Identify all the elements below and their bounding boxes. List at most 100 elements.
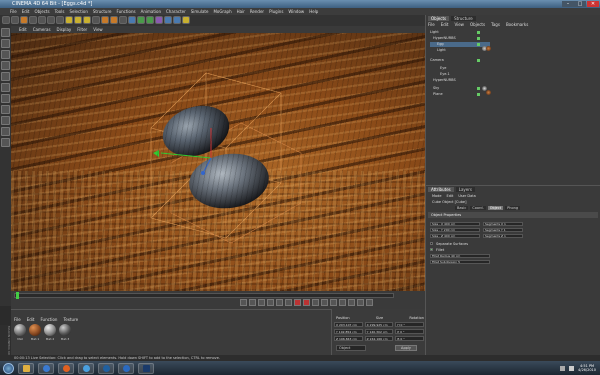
- timeline-ruler[interactable]: [14, 293, 394, 298]
- goto-end-icon[interactable]: [276, 299, 283, 306]
- am-menu-userdata[interactable]: User Data: [458, 194, 475, 198]
- om-menu-view[interactable]: View: [454, 22, 464, 27]
- visibility-check-icon[interactable]: [477, 43, 480, 46]
- material-tag-icon[interactable]: [486, 90, 491, 95]
- subtab-object[interactable]: Object: [487, 206, 504, 210]
- scene-icon[interactable]: [164, 16, 172, 24]
- rotation-h-field[interactable]: H 0 °: [395, 322, 425, 327]
- egg-object-top[interactable]: [156, 98, 236, 165]
- workplane-icon[interactable]: [1, 127, 10, 136]
- object-row[interactable]: HyperNURBS: [430, 36, 490, 41]
- fillet-radius-field[interactable]: Fillet Radius 40 cm: [430, 253, 490, 258]
- material-swatch-2[interactable]: [29, 324, 41, 336]
- mat-menu-function[interactable]: Function: [40, 317, 57, 322]
- param-key-icon[interactable]: [348, 299, 355, 306]
- position-x-field[interactable]: X 203.107 cm: [334, 322, 363, 327]
- menu-window[interactable]: Window: [288, 8, 304, 15]
- segments-x-field[interactable]: Segments X 1: [483, 221, 523, 226]
- world-coords-icon[interactable]: [92, 16, 100, 24]
- material-tag-icon[interactable]: [486, 46, 491, 51]
- volume-icon[interactable]: [569, 365, 575, 371]
- visibility-check-icon[interactable]: [477, 87, 480, 90]
- object-row[interactable]: Egg: [430, 42, 490, 47]
- subtab-basic[interactable]: Basic: [455, 206, 469, 210]
- minimize-button[interactable]: –: [562, 1, 574, 7]
- sculpt-icon[interactable]: [1, 138, 10, 147]
- size-x-field[interactable]: Size . X 400 cm: [430, 221, 480, 226]
- fillet-subdivision-field[interactable]: Fillet Subdivision 5: [430, 259, 490, 264]
- vp-menu-edit[interactable]: Edit: [19, 26, 27, 33]
- fillet-checkbox[interactable]: [430, 248, 433, 251]
- rotation-b-field[interactable]: B 0 °: [395, 336, 425, 341]
- autokey-icon[interactable]: [303, 299, 310, 306]
- object-mode-icon[interactable]: [1, 39, 10, 48]
- menu-tools[interactable]: Tools: [55, 8, 65, 15]
- keyframe-selection-icon[interactable]: [312, 299, 319, 306]
- loop-icon[interactable]: [285, 299, 292, 306]
- menu-plugins[interactable]: Plugins: [269, 8, 283, 15]
- edges-mode-icon[interactable]: [1, 83, 10, 92]
- move-icon[interactable]: [29, 16, 37, 24]
- size-y-field[interactable]: Size . Y 200 cm: [430, 227, 480, 232]
- vp-menu-cameras[interactable]: Cameras: [33, 26, 51, 33]
- material-swatch-1[interactable]: [14, 324, 26, 336]
- close-button[interactable]: ✕: [587, 1, 599, 7]
- mat-menu-texture[interactable]: Texture: [63, 317, 78, 322]
- coord-mode-select[interactable]: Object: [336, 345, 366, 351]
- timeline-playhead[interactable]: [16, 292, 19, 299]
- menu-character[interactable]: Character: [166, 8, 186, 15]
- om-menu-objects[interactable]: Objects: [470, 22, 485, 27]
- material-swatch-4[interactable]: [59, 324, 71, 336]
- menu-render[interactable]: Render: [250, 8, 264, 15]
- object-row[interactable]: HyperNURBS: [430, 78, 490, 83]
- play-icon[interactable]: [258, 299, 265, 306]
- size-z-field[interactable]: Size . Z 400 cm: [430, 233, 480, 238]
- om-menu-tags[interactable]: Tags: [491, 22, 500, 27]
- taskbar-cinema4d[interactable]: [118, 362, 134, 374]
- segments-z-field[interactable]: Segments Z 1: [483, 233, 523, 238]
- taskbar-explorer[interactable]: [18, 362, 34, 374]
- scale-key-icon[interactable]: [330, 299, 337, 306]
- menu-hair[interactable]: Hair: [237, 8, 245, 15]
- maximize-button[interactable]: □: [574, 1, 586, 7]
- tab-objects[interactable]: Objects: [428, 16, 450, 21]
- scale-icon[interactable]: [38, 16, 46, 24]
- object-row[interactable]: Light: [430, 48, 490, 53]
- menu-structure[interactable]: Structure: [93, 8, 112, 15]
- deformer-icon[interactable]: [155, 16, 163, 24]
- material-swatch-3[interactable]: [44, 324, 56, 336]
- position-key-icon[interactable]: [321, 299, 328, 306]
- nurbs-icon[interactable]: [137, 16, 145, 24]
- start-button[interactable]: [3, 362, 14, 374]
- axis-mode-icon[interactable]: [1, 61, 10, 70]
- menu-animation[interactable]: Animation: [141, 8, 161, 15]
- array-icon[interactable]: [146, 16, 154, 24]
- render-view-icon[interactable]: [101, 16, 109, 24]
- menu-simulate[interactable]: Simulate: [191, 8, 209, 15]
- object-row[interactable]: Camera: [430, 58, 490, 63]
- subtab-phong[interactable]: Phong: [505, 206, 521, 210]
- menu-help[interactable]: Help: [309, 8, 318, 15]
- am-menu-mode[interactable]: Mode: [432, 194, 442, 198]
- undo-icon[interactable]: [2, 16, 10, 24]
- menu-selection[interactable]: Selection: [69, 8, 87, 15]
- object-row[interactable]: Eye.1: [430, 72, 490, 77]
- size-y-field[interactable]: Y 140.302 cm: [364, 329, 394, 334]
- tweak-mode-icon[interactable]: [1, 105, 10, 114]
- model-mode-icon[interactable]: [1, 28, 10, 37]
- live-selection-icon[interactable]: [20, 16, 28, 24]
- visibility-check-icon[interactable]: [477, 93, 480, 96]
- light-icon[interactable]: [182, 16, 190, 24]
- subtab-coord[interactable]: Coord.: [470, 206, 486, 210]
- render-settings-icon[interactable]: [119, 16, 127, 24]
- menu-functions[interactable]: Functions: [116, 8, 135, 15]
- om-menu-bookmarks[interactable]: Bookmarks: [506, 22, 528, 27]
- separate-surfaces-checkbox[interactable]: [430, 242, 433, 245]
- rotation-p-field[interactable]: P 0 °: [395, 329, 425, 334]
- menu-mograph[interactable]: MoGraph: [213, 8, 231, 15]
- vp-menu-filter[interactable]: Filter: [77, 26, 87, 33]
- taskbar-photoshop[interactable]: [138, 362, 154, 374]
- mat-menu-edit[interactable]: Edit: [27, 317, 35, 322]
- segments-y-field[interactable]: Segments Y 1: [483, 227, 523, 232]
- menu-objects[interactable]: Objects: [34, 8, 49, 15]
